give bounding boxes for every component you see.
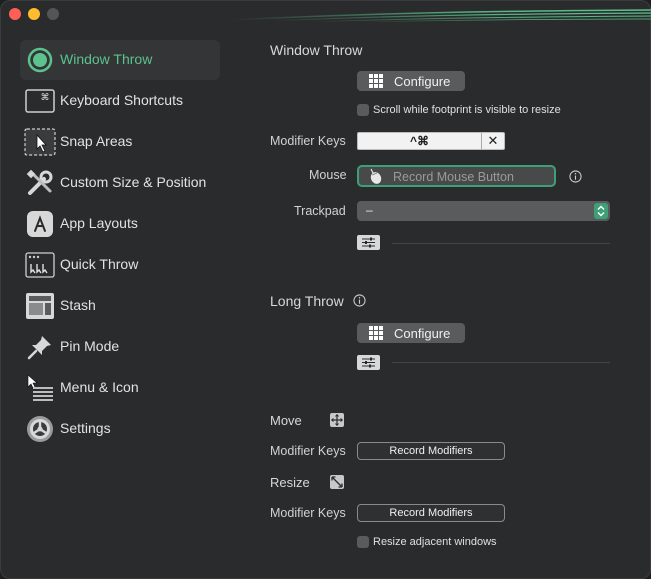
mouse-icon [370,168,382,184]
chevron-updown-icon [594,203,608,219]
sidebar-item-keyboard-shortcuts[interactable]: ⌘ Keyboard Shortcuts [20,81,220,121]
long-throw-options-button[interactable] [357,355,380,370]
sidebar-item-label: Pin Mode [60,338,120,354]
resize-adjacent-label: Resize adjacent windows [373,536,497,548]
long-throw-configure-button[interactable]: Configure [357,323,465,343]
sidebar-item-window-throw[interactable]: Window Throw [20,40,220,80]
configure-label: Configure [394,325,451,341]
grid-icon [369,74,383,88]
close-icon: ✕ [487,133,499,148]
divider [392,243,610,244]
sidebar-item-label: Stash [60,297,96,313]
sidebar-item-app-layouts[interactable]: App Layouts [20,204,220,244]
sidebar-item-label: Keyboard Shortcuts [60,92,183,108]
resize-adjacent-checkbox[interactable] [357,536,369,548]
sidebar-item-label: Snap Areas [60,133,133,149]
sidebar-item-pin-mode[interactable]: Pin Mode [20,327,220,367]
sidebar-item-label: App Layouts [60,215,138,231]
keyboard-shortcut-icon: ⌘ [24,85,56,117]
close-window-button[interactable] [9,8,21,20]
quick-throw-icon [24,249,56,281]
resize-modifier-keys-label: Modifier Keys [270,506,346,520]
configure-label: Configure [394,73,451,89]
minimize-window-button[interactable] [28,8,40,20]
resize-heading: Resize [270,475,310,490]
sidebar-item-label: Settings [60,420,111,436]
long-throw-heading: Long Throw [270,293,344,309]
sidebar-item-custom-size[interactable]: Custom Size & Position [20,163,220,203]
move-modifier-keys-label: Modifier Keys [270,444,346,458]
scroll-resize-label: Scroll while footprint is visible to res… [373,104,561,116]
sidebar-item-quick-throw[interactable]: Quick Throw [20,245,220,285]
zoom-window-button[interactable] [47,8,59,20]
sidebar: Window Throw ⌘ Keyboard Shortcuts Snap A… [0,30,240,579]
pushpin-icon [24,331,56,363]
record-mouse-placeholder: Record Mouse Button [393,170,514,184]
modifier-keys-field[interactable]: ^⌘ ✕ [357,132,505,150]
info-icon[interactable] [353,294,366,307]
sidebar-item-label: Custom Size & Position [60,174,207,190]
gear-icon [24,413,56,445]
info-icon[interactable] [569,170,582,183]
sliders-icon [362,237,375,248]
sidebar-item-menu-icon[interactable]: Menu & Icon [20,368,220,408]
sidebar-item-stash[interactable]: Stash [20,286,220,326]
move-record-modifiers-button[interactable]: Record Modifiers [357,442,505,460]
modifier-keys-value: ^⌘ [410,134,430,148]
settings-panel: Window Throw Configure Scroll while foot… [240,0,651,579]
move-icon [330,413,344,427]
sliders-icon [362,357,375,368]
clear-modifiers-button[interactable]: ✕ [481,133,504,149]
svg-text:⌘: ⌘ [41,93,50,103]
sidebar-item-label: Menu & Icon [60,379,139,395]
window-throw-heading: Window Throw [270,42,363,58]
trackpad-value: – [366,203,373,217]
sidebar-item-label: Quick Throw [60,256,139,272]
window-throw-options-button[interactable] [357,235,380,250]
divider [392,362,610,363]
stash-icon [24,290,56,322]
modifier-keys-label: Modifier Keys [270,134,346,148]
app-window: Window Throw ⌘ Keyboard Shortcuts Snap A… [0,0,651,579]
resize-icon [330,475,344,489]
trackpad-select[interactable]: – [357,201,610,221]
record-mouse-button[interactable]: Record Mouse Button [357,165,556,187]
snap-areas-icon [24,126,56,158]
menu-icon [24,372,56,404]
window-throw-icon [24,44,56,76]
mouse-label: Mouse [309,168,347,182]
scroll-resize-checkbox[interactable] [357,104,369,116]
sidebar-item-settings[interactable]: Settings [20,409,220,449]
move-heading: Move [270,413,302,428]
app-layouts-icon [24,208,56,240]
grid-icon [369,326,383,340]
trackpad-label: Trackpad [294,204,346,218]
sidebar-item-snap-areas[interactable]: Snap Areas [20,122,220,162]
tools-icon [24,167,56,199]
window-throw-configure-button[interactable]: Configure [357,71,465,91]
resize-record-modifiers-button[interactable]: Record Modifiers [357,504,505,522]
sidebar-item-label: Window Throw [60,51,153,67]
